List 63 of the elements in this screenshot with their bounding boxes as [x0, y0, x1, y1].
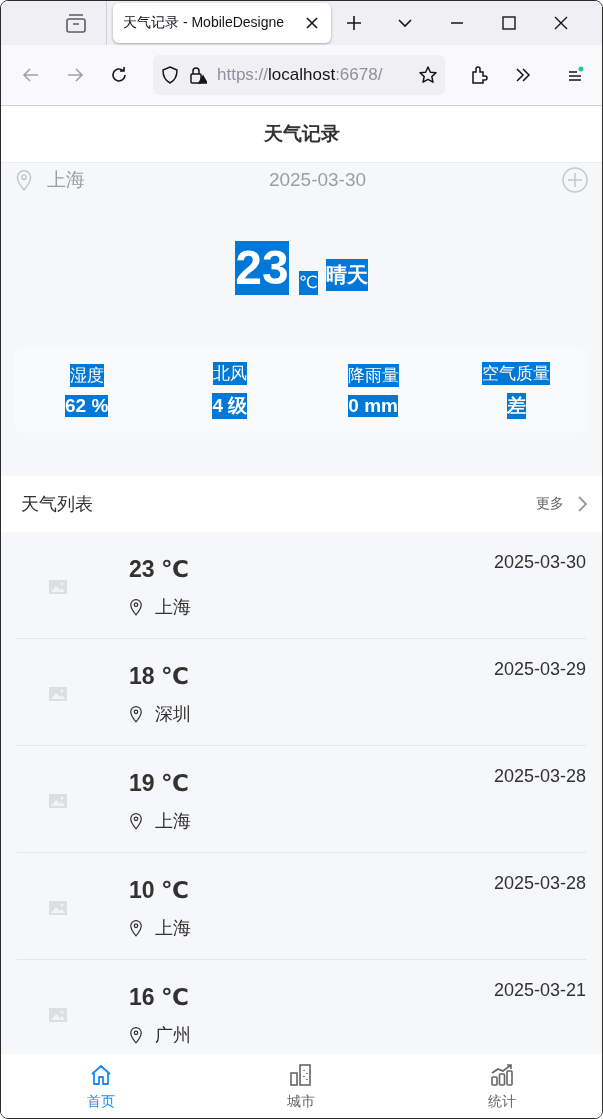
- date-text: 2025-03-21: [493, 979, 586, 1002]
- tab-list-icon[interactable]: [65, 12, 87, 34]
- city-name: 上海: [155, 810, 191, 833]
- tab-bar-item[interactable]: 统计: [401, 1054, 602, 1118]
- location-pin-icon: [129, 919, 143, 937]
- stat-value: 0 mm: [348, 394, 398, 417]
- menu-icon[interactable]: [566, 66, 584, 84]
- browser-tab[interactable]: 天气记录 - MobileDesigne: [113, 3, 331, 43]
- date-text: 2025-03-30: [267, 169, 368, 191]
- temperature-text: 19 ℃: [129, 770, 190, 797]
- stat-value: 差: [506, 392, 526, 419]
- maximize-icon[interactable]: [500, 14, 518, 32]
- location-pin-icon: [129, 705, 143, 723]
- close-icon[interactable]: [552, 14, 570, 32]
- date-text: 2025-03-28: [493, 765, 586, 788]
- more-link[interactable]: 更多: [536, 495, 564, 513]
- image-placeholder-icon: [49, 687, 67, 701]
- plus-icon[interactable]: [345, 14, 363, 32]
- temperature-text: 16 ℃: [129, 984, 190, 1011]
- temperature-value: 23: [235, 241, 289, 295]
- image-placeholder-icon: [49, 794, 67, 808]
- reload-icon[interactable]: [110, 66, 128, 84]
- image-placeholder-icon: [49, 1008, 67, 1022]
- temperature-text: 18 ℃: [129, 663, 190, 690]
- temperature-text: 10 ℃: [129, 877, 190, 904]
- stat-label: 降雨量: [347, 363, 399, 387]
- shield-icon[interactable]: [161, 66, 179, 84]
- double-chevron-icon[interactable]: [514, 66, 532, 84]
- stat-label: 湿度: [69, 363, 104, 387]
- temperature-unit: ℃: [298, 271, 318, 295]
- city-name: 广州: [155, 1024, 191, 1047]
- chevron-right-icon[interactable]: [576, 495, 588, 513]
- location-pin-icon: [129, 1026, 143, 1044]
- star-icon[interactable]: [419, 66, 437, 84]
- tab-bar-item[interactable]: 城市: [201, 1054, 402, 1118]
- stat-label: 北风: [212, 361, 247, 385]
- city-name: 深圳: [155, 703, 191, 726]
- lock-warning-icon[interactable]: [189, 66, 207, 84]
- address-bar[interactable]: https://localhost:6678/: [153, 55, 445, 95]
- puzzle-icon[interactable]: [470, 66, 488, 84]
- location-pin-icon: [15, 169, 33, 191]
- city-name: 上海: [155, 917, 191, 940]
- stat-value: 4 级: [212, 392, 248, 419]
- weather-list-item[interactable]: 19 ℃ 上海 2025-03-28: [17, 746, 586, 853]
- date-text: 2025-03-28: [493, 872, 586, 895]
- location-pin-icon: [129, 812, 143, 830]
- page-title: 天气记录: [263, 122, 340, 146]
- stat-label: 空气质量: [482, 361, 551, 385]
- stat-value: 62 %: [64, 394, 109, 417]
- weather-list-item[interactable]: 18 ℃ 深圳 2025-03-29: [17, 639, 586, 746]
- date-text: 2025-03-29: [493, 658, 586, 681]
- weather-list-item[interactable]: 23 ℃ 上海 2025-03-30: [17, 532, 586, 639]
- date-text: 2025-03-30: [493, 551, 586, 574]
- bar-chart-icon: [488, 1061, 515, 1088]
- weather-condition: 晴天: [325, 259, 368, 291]
- image-placeholder-icon: [49, 901, 67, 915]
- temperature-text: 23 ℃: [129, 556, 190, 583]
- location-pin-icon: [129, 598, 143, 616]
- weather-list-item[interactable]: 10 ℃ 上海 2025-03-28: [17, 853, 586, 960]
- tab-bar-item[interactable]: 首页: [1, 1054, 202, 1118]
- section-title: 天气列表: [21, 493, 94, 516]
- city-name: 上海: [155, 596, 191, 619]
- image-placeholder-icon: [49, 580, 67, 594]
